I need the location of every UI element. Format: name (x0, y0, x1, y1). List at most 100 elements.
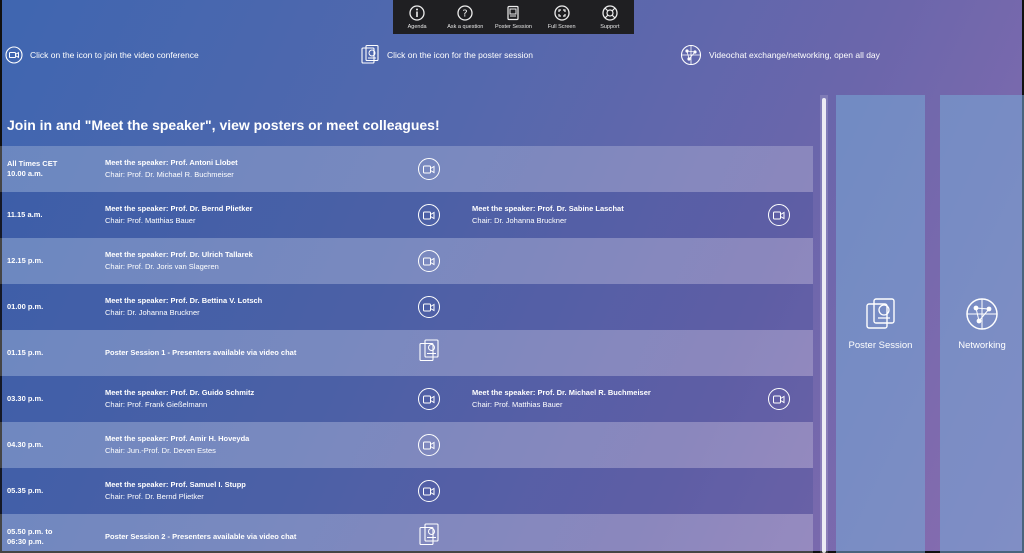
poster-icon (360, 44, 380, 66)
session-time: 12.15 p.m. (7, 256, 44, 265)
legend-network: Videochat exchange/networking, open all … (680, 44, 880, 66)
question-icon: ? (456, 4, 474, 22)
session-info: Meet the speaker: Prof. Dr. Sabine Lasch… (472, 203, 624, 227)
join-video-button[interactable] (418, 480, 440, 502)
poster-session-button[interactable] (418, 523, 440, 552)
poster-icon (504, 4, 522, 22)
session-time: 01.15 p.m. (7, 348, 44, 357)
session-info: Meet the speaker: Prof. Samuel I. Stupp C… (105, 479, 246, 503)
schedule-row: 05.35 p.m. Meet the speaker: Prof. Samuel… (0, 468, 813, 514)
toolbar-label: Agenda (407, 24, 427, 30)
schedule-row: 01.00 p.m. Meet the speaker: Prof. Dr. Be… (0, 284, 813, 330)
video-camera-icon (418, 434, 440, 456)
session-info: Meet the speaker: Prof. Dr. Guido Schmit… (105, 387, 254, 411)
networking-panel[interactable]: Networking (940, 95, 1024, 553)
session-title: Poster Session 1 - Presenters available … (105, 348, 297, 357)
schedule-row: 11.15 a.m. Meet the speaker: Prof. Dr. Be… (0, 192, 813, 238)
session-info: Poster Session 2 - Presenters available … (105, 531, 296, 543)
toolbar-fullscreen-button[interactable]: Full Screen (538, 4, 586, 30)
toolbar-label: Ask a question (447, 24, 484, 30)
session-info: Meet the speaker: Prof. Dr. Michael R. B… (472, 387, 651, 411)
video-camera-icon (768, 204, 790, 226)
join-video-button[interactable] (418, 388, 440, 410)
session-chair: Chair: Prof. Dr. Joris van Slageren (105, 262, 219, 271)
session-title: Meet the speaker: Prof. Dr. Guido Schmit… (105, 388, 255, 397)
session-time: 05.35 p.m. (7, 486, 44, 495)
session-title: Meet the speaker: Prof. Amir H. Hoveyda (105, 434, 250, 443)
session-time: 05.50 p.m. to 06:30 p.m. (7, 527, 53, 546)
schedule-row: 04.30 p.m. Meet the speaker: Prof. Amir H… (0, 422, 813, 468)
info-icon (408, 4, 426, 22)
session-time: All Times CET 10.00 a.m. (7, 159, 58, 178)
session-chair: Chair: Prof. Frank Gießelmann (105, 400, 208, 409)
session-time: 01.00 p.m. (7, 302, 44, 311)
session-info: Meet the speaker: Prof. Dr. Bettina V. L… (105, 295, 262, 319)
session-chair: Chair: Prof. Dr. Michael R. Buchmeiser (105, 170, 234, 179)
session-title: Meet the speaker: Prof. Dr. Bernd Plietk… (105, 204, 253, 213)
network-globe-icon (965, 297, 999, 336)
video-camera-icon (418, 296, 440, 318)
video-camera-icon (5, 46, 23, 64)
video-camera-icon (418, 204, 440, 226)
video-camera-icon (418, 250, 440, 272)
poster-icon (418, 339, 440, 367)
support-icon (601, 4, 619, 22)
video-camera-icon (418, 158, 440, 180)
session-chair: Chair: Prof. Matthias Bauer (105, 216, 196, 225)
schedule-list: All Times CET 10.00 a.m. Meet the speaker:… (0, 146, 813, 553)
session-title: Meet the speaker: Prof. Dr. Michael R. B… (472, 388, 651, 397)
session-chair: Chair: Prof. Matthias Bauer (472, 400, 563, 409)
join-video-button[interactable] (768, 388, 790, 410)
session-time: 11.15 a.m. (7, 210, 43, 219)
session-info: Meet the speaker: Prof. Dr. Ulrich Talla… (105, 249, 253, 273)
join-video-button[interactable] (418, 434, 440, 456)
toolbar-poster-session-button[interactable]: Poster Session (489, 4, 537, 30)
session-title: Meet the speaker: Prof. Dr. Bettina V. L… (105, 296, 263, 305)
join-video-button[interactable] (418, 204, 440, 226)
toolbar-label: Poster Session (494, 24, 532, 30)
scrollbar-thumb[interactable] (822, 98, 826, 553)
toolbar-agenda-button[interactable]: Agenda (393, 4, 441, 30)
poster-session-panel[interactable]: Poster Session (836, 95, 925, 553)
legend-poster: Click on the icon for the poster session (360, 44, 533, 66)
session-title: Meet the speaker: Prof. Antoni Llobet (105, 158, 238, 167)
toolbar-label: Support (600, 24, 620, 30)
join-video-button[interactable] (418, 158, 440, 180)
svg-text:?: ? (463, 9, 468, 20)
session-chair: Chair: Jun.-Prof. Dr. Deven Estes (105, 446, 216, 455)
scrollbar[interactable] (820, 95, 828, 553)
session-info: Meet the speaker: Prof. Amir H. Hoveyda C… (105, 433, 249, 457)
session-chair: Chair: Prof. Dr. Bernd Plietker (105, 492, 204, 501)
session-chair: Chair: Dr. Johanna Bruckner (105, 308, 200, 317)
legend-network-text: Videochat exchange/networking, open all … (709, 50, 880, 60)
poster-session-button[interactable] (418, 339, 440, 368)
toolbar-ask-question-button[interactable]: ? Ask a question (441, 4, 489, 30)
schedule-row: 03.30 p.m. Meet the speaker: Prof. Dr. Gu… (0, 376, 813, 422)
poster-session-label: Poster Session (848, 340, 913, 351)
fullscreen-icon (553, 4, 571, 22)
schedule-row: 05.50 p.m. to 06:30 p.m. Poster Session 2 … (0, 514, 813, 553)
top-toolbar: Agenda ? Ask a question Poster Session F… (393, 0, 634, 34)
legend-row: Click on the icon to join the video conf… (0, 42, 1024, 70)
join-video-button[interactable] (418, 296, 440, 318)
toolbar-support-button[interactable]: Support (586, 4, 634, 30)
join-video-button[interactable] (768, 204, 790, 226)
schedule-row: 12.15 p.m. Meet the speaker: Prof. Dr. Ul… (0, 238, 813, 284)
video-camera-icon (418, 388, 440, 410)
schedule-row: All Times CET 10.00 a.m. Meet the speaker:… (0, 146, 813, 192)
session-time: 04.30 p.m. (7, 440, 44, 449)
toolbar-label: Full Screen (547, 24, 576, 30)
session-title: Meet the speaker: Prof. Samuel I. Stupp (105, 480, 246, 489)
poster-icon (864, 297, 898, 336)
session-info: Poster Session 1 - Presenters available … (105, 347, 296, 359)
session-title: Meet the speaker: Prof. Dr. Ulrich Talla… (105, 250, 253, 259)
video-camera-icon (418, 480, 440, 502)
network-globe-icon (680, 44, 702, 66)
session-chair: Chair: Dr. Johanna Bruckner (472, 216, 567, 225)
session-title: Meet the speaker: Prof. Dr. Sabine Lasch… (472, 204, 624, 213)
video-camera-icon (768, 388, 790, 410)
session-info: Meet the speaker: Prof. Antoni Llobet Cha… (105, 157, 238, 181)
legend-video: Click on the icon to join the video conf… (5, 46, 199, 64)
schedule-row: 01.15 p.m. Poster Session 1 - Presenters … (0, 330, 813, 376)
join-video-button[interactable] (418, 250, 440, 272)
